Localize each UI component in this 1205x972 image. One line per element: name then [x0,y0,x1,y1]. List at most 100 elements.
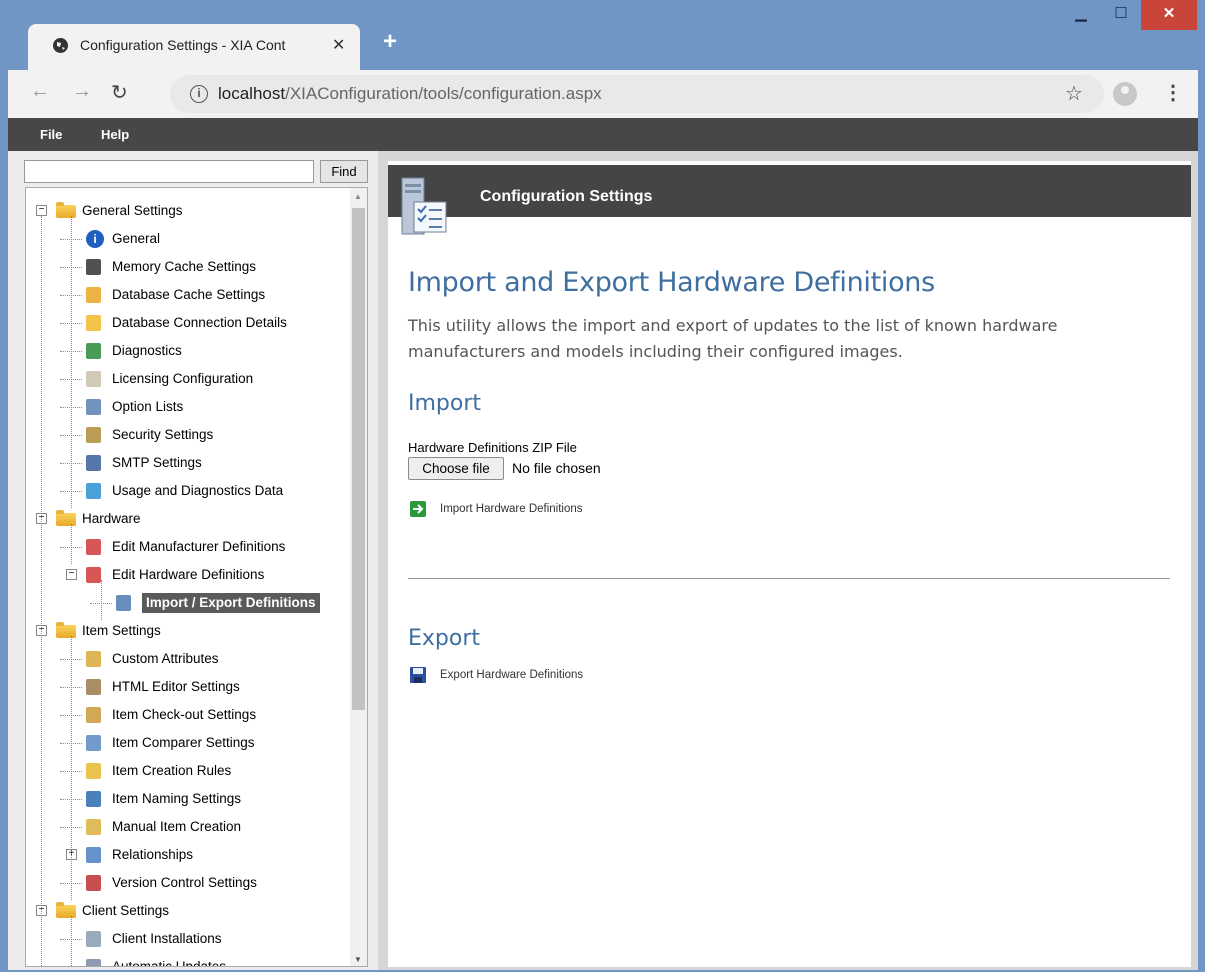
forward-icon[interactable]: → [72,80,92,103]
menu-help[interactable]: Help [101,127,129,142]
back-icon[interactable]: ← [30,80,50,103]
tree-item[interactable]: SMTP Settings [60,452,352,474]
address-bar[interactable]: i localhost/XIAConfiguration/tools/confi… [170,75,1104,113]
find-input[interactable] [24,160,314,183]
tree-item[interactable]: Import / Export Definitions [90,592,352,614]
reload-icon[interactable]: ↻ [111,80,128,105]
content-pane: Configuration Settings Import and Export… [378,151,1198,970]
tree-item-label: Custom Attributes [112,651,219,666]
panel-header: Configuration Settings [388,165,1191,217]
minimize-icon[interactable]: ▁ [1061,0,1101,30]
tree-item[interactable]: − General Settings [36,200,352,222]
folder-icon [56,902,76,918]
tree-item-label: Import / Export Definitions [142,593,320,613]
url-path: /XIAConfiguration/tools/configuration.as… [285,84,602,103]
tree-item[interactable]: Memory Cache Settings [60,256,352,278]
pane-splitter[interactable] [370,151,378,970]
tree-item-label: Manual Item Creation [112,819,242,834]
tree-item[interactable]: Item Comparer Settings [60,732,352,754]
tree-item[interactable]: Manual Item Creation [60,816,352,838]
tree-item-label: Hardware [82,511,141,526]
tree-item-label: Item Naming Settings [112,791,242,806]
client-icon [86,931,101,947]
list-icon [86,399,101,415]
import-arrow-icon [410,501,426,517]
site-info-icon[interactable]: i [190,85,208,103]
tree-item[interactable]: − Item Settings [36,620,352,642]
export-heading: Export [408,626,481,651]
tree-item[interactable]: Database Cache Settings [60,284,352,306]
database-cache-icon [86,287,101,303]
scroll-up-icon[interactable]: ▲ [354,192,362,201]
tab-close-icon[interactable]: ✕ [332,35,345,55]
tree-item[interactable]: Licensing Configuration [60,368,352,390]
tree-item[interactable]: Security Settings [60,424,352,446]
tree-item-label: Item Comparer Settings [112,735,255,750]
tree-item-label: General [112,231,161,246]
export-action-label[interactable]: Export Hardware Definitions [440,669,583,681]
tree-item-label: Item Settings [82,623,161,638]
import-action-label[interactable]: Import Hardware Definitions [440,503,583,515]
tree-scrollbar[interactable]: ▲ ▼ [350,188,367,966]
tree-item[interactable]: Usage and Diagnostics Data [60,480,352,502]
tree-item[interactable]: Client Installations [60,928,352,950]
panel-header-title: Configuration Settings [480,188,653,205]
tree-item[interactable]: i General [60,228,352,250]
close-window-icon[interactable]: ✕ [1141,0,1197,30]
tree-guide-line [101,580,102,620]
tree-item-label: Edit Manufacturer Definitions [112,539,286,554]
tree-item[interactable]: − Hardware [36,508,352,530]
settings-tree: − General Settings i General Memory Cache Se… [25,187,368,967]
info-icon: i [86,230,104,248]
folder-icon [56,622,76,638]
maximize-icon[interactable]: ☐ [1101,0,1141,30]
scroll-thumb[interactable] [352,208,365,710]
tree-item-label: Client Settings [82,903,170,918]
tree-item[interactable]: − Edit Hardware Definitions [66,564,352,586]
import-heading: Import [408,391,482,416]
profile-avatar-icon[interactable] [1113,82,1137,106]
tree-item[interactable]: Item Creation Rules [60,760,352,782]
tree-item[interactable]: Item Check-out Settings [60,704,352,726]
tree-item[interactable]: + Relationships [66,844,352,866]
tree-item-label: Database Cache Settings [112,287,266,302]
update-icon [86,959,101,966]
manual-create-icon [86,819,101,835]
bookmark-star-icon[interactable]: ☆ [1065,81,1083,106]
tree-item[interactable]: Automatic Updates [66,956,352,966]
tree-item[interactable]: Diagnostics [60,340,352,362]
tree-item-label: HTML Editor Settings [112,679,240,694]
creation-icon [86,763,101,779]
tree-item-label: Usage and Diagnostics Data [112,483,284,498]
upload-icon [86,483,101,499]
find-button[interactable]: Find [320,160,368,183]
tree-item[interactable]: Custom Attributes [60,648,352,670]
tree-item[interactable]: Version Control Settings [60,872,352,894]
tree-guide-line [71,216,72,508]
edit-doc-icon [86,567,101,583]
tree-item[interactable]: Edit Manufacturer Definitions [60,536,352,558]
tree-item-label: Relationships [112,847,194,862]
collapse-icon[interactable]: − [36,205,47,216]
scroll-down-icon[interactable]: ▼ [354,955,362,964]
url-host: localhost [218,84,286,103]
tree-item[interactable]: Option Lists [60,396,352,418]
browser-menu-icon[interactable]: ⋮ [1163,80,1183,105]
tree-guide-line [71,636,72,900]
tree-item-label: General Settings [82,203,183,218]
menu-file[interactable]: File [40,127,62,142]
configuration-server-icon [401,177,447,235]
new-tab-icon[interactable]: + [383,28,397,56]
tree-item[interactable]: − Client Settings [36,900,352,922]
collapse-icon[interactable]: − [66,569,77,580]
tree-item[interactable]: HTML Editor Settings [60,676,352,698]
tree-item-label: Option Lists [112,399,184,414]
tree-item-label: Diagnostics [112,343,182,358]
tree-item[interactable]: Item Naming Settings [60,788,352,810]
license-icon [86,371,101,387]
page-description: This utility allows the import and expor… [408,316,1058,361]
browser-tab[interactable]: Configuration Settings - XIA Cont ✕ [28,24,360,70]
tree-item[interactable]: Database Connection Details [60,312,352,334]
folder-icon [56,510,76,526]
choose-file-button[interactable]: Choose file [408,457,504,480]
